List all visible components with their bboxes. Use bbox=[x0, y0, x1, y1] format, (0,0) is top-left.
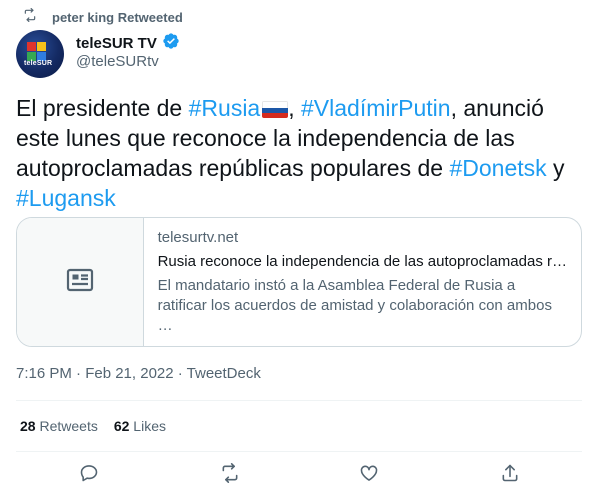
retweet-header[interactable]: peter king Retweeted bbox=[22, 7, 183, 27]
likes-count: 62 bbox=[113, 418, 130, 434]
retweets-label: Retweets bbox=[39, 418, 98, 434]
tweet-text: El presidente de #Rusia, #VladímirPutin,… bbox=[16, 93, 582, 213]
retweet-icon bbox=[22, 7, 38, 27]
avatar-logo-text: teleSUR bbox=[24, 60, 53, 67]
link-card-media bbox=[17, 218, 144, 346]
retweets-count: 28 bbox=[20, 418, 36, 434]
tweet-timestamp[interactable]: 7:16 PM · Feb 21, 2022 · TweetDeck bbox=[16, 365, 261, 382]
share-button[interactable] bbox=[497, 462, 523, 488]
retweeted-by-label: peter king Retweeted bbox=[52, 9, 183, 25]
retweet-icon bbox=[219, 462, 241, 488]
author-handle[interactable]: @teleSURtv bbox=[76, 53, 159, 70]
retweets-stat[interactable]: 28 Retweets bbox=[20, 418, 98, 434]
tweet-stats: 28 Retweets 62 Likes bbox=[20, 418, 166, 434]
divider bbox=[16, 451, 582, 452]
author-name-row[interactable]: teleSUR TV bbox=[76, 32, 180, 55]
article-icon bbox=[66, 268, 94, 297]
link-card-domain: telesurtv.net bbox=[157, 229, 239, 246]
link-card[interactable]: telesurtv.net Rusia reconoce la independ… bbox=[16, 217, 582, 347]
like-button[interactable] bbox=[356, 462, 382, 488]
retweet-button[interactable] bbox=[217, 462, 243, 488]
link-card-body: telesurtv.net Rusia reconoce la independ… bbox=[144, 218, 581, 346]
reply-icon bbox=[79, 463, 99, 488]
hashtag-rusia[interactable]: #Rusia bbox=[189, 95, 261, 121]
tweet-text-prefix: El presidente de bbox=[16, 95, 189, 121]
reply-button[interactable] bbox=[76, 462, 102, 488]
likes-stat[interactable]: 62 Likes bbox=[114, 418, 166, 434]
hashtag-vladimirputin[interactable]: #VladímirPutin bbox=[301, 95, 451, 121]
link-card-description: El mandatario instó a la Asamblea Federa… bbox=[157, 277, 552, 334]
avatar[interactable]: teleSUR bbox=[16, 30, 64, 78]
flag-russia-icon bbox=[262, 101, 289, 118]
tweet-text-and: y bbox=[546, 155, 565, 181]
hashtag-donetsk[interactable]: #Donetsk bbox=[449, 155, 546, 181]
tweet-text-sep: , bbox=[288, 95, 302, 121]
like-icon bbox=[359, 463, 379, 488]
share-icon bbox=[500, 463, 520, 488]
link-card-title: Rusia reconoce la independencia de las a… bbox=[157, 253, 567, 270]
hashtag-lugansk[interactable]: #Lugansk bbox=[16, 185, 116, 211]
likes-label: Likes bbox=[133, 418, 166, 434]
divider bbox=[16, 400, 582, 401]
verified-badge-icon bbox=[162, 32, 180, 55]
author-display-name[interactable]: teleSUR TV bbox=[76, 35, 157, 52]
